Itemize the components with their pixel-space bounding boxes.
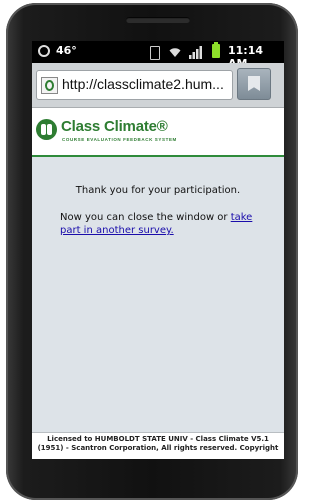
- thank-you-message: Thank you for your participation.: [75, 185, 241, 196]
- signal-icon: [189, 46, 202, 59]
- logo-subtitle: COURSE EVALUATION FEEDBACK SYSTEM: [62, 137, 177, 142]
- favicon-icon: [41, 77, 58, 94]
- copyright-line: (1951) - Scantron Corporation, All right…: [37, 444, 279, 452]
- page-header: Class Climate® COURSE EVALUATION FEEDBAC…: [32, 108, 284, 157]
- close-window-message: Now you can close the window or take par…: [60, 211, 270, 237]
- close-window-text: Now you can close the window or: [60, 212, 231, 223]
- phone-frame: 46° 11:14 AM http://classclimate2.hum...: [6, 3, 298, 500]
- temperature-text: 46°: [56, 44, 77, 57]
- bookmark-icon: [248, 76, 260, 91]
- logo-title: Class Climate®: [61, 118, 168, 135]
- browser-toolbar: http://classclimate2.hum...: [32, 63, 284, 108]
- bookmark-button[interactable]: [237, 68, 271, 100]
- speaker-grille: [126, 17, 190, 23]
- class-climate-logo-icon: [36, 119, 57, 140]
- vibrate-icon: [150, 46, 160, 60]
- wifi-icon: [169, 48, 181, 57]
- notification-icon: [38, 45, 50, 57]
- status-bar: 46° 11:14 AM: [32, 41, 284, 70]
- footer: Licensed to HUMBOLDT STATE UNIV - Class …: [32, 432, 284, 459]
- url-text: http://classclimate2.hum...: [62, 76, 224, 92]
- battery-icon: [212, 42, 220, 58]
- license-line: Licensed to HUMBOLDT STATE UNIV - Class …: [47, 435, 269, 443]
- screen: 46° 11:14 AM http://classclimate2.hum...: [32, 41, 284, 459]
- url-field[interactable]: http://classclimate2.hum...: [36, 70, 233, 100]
